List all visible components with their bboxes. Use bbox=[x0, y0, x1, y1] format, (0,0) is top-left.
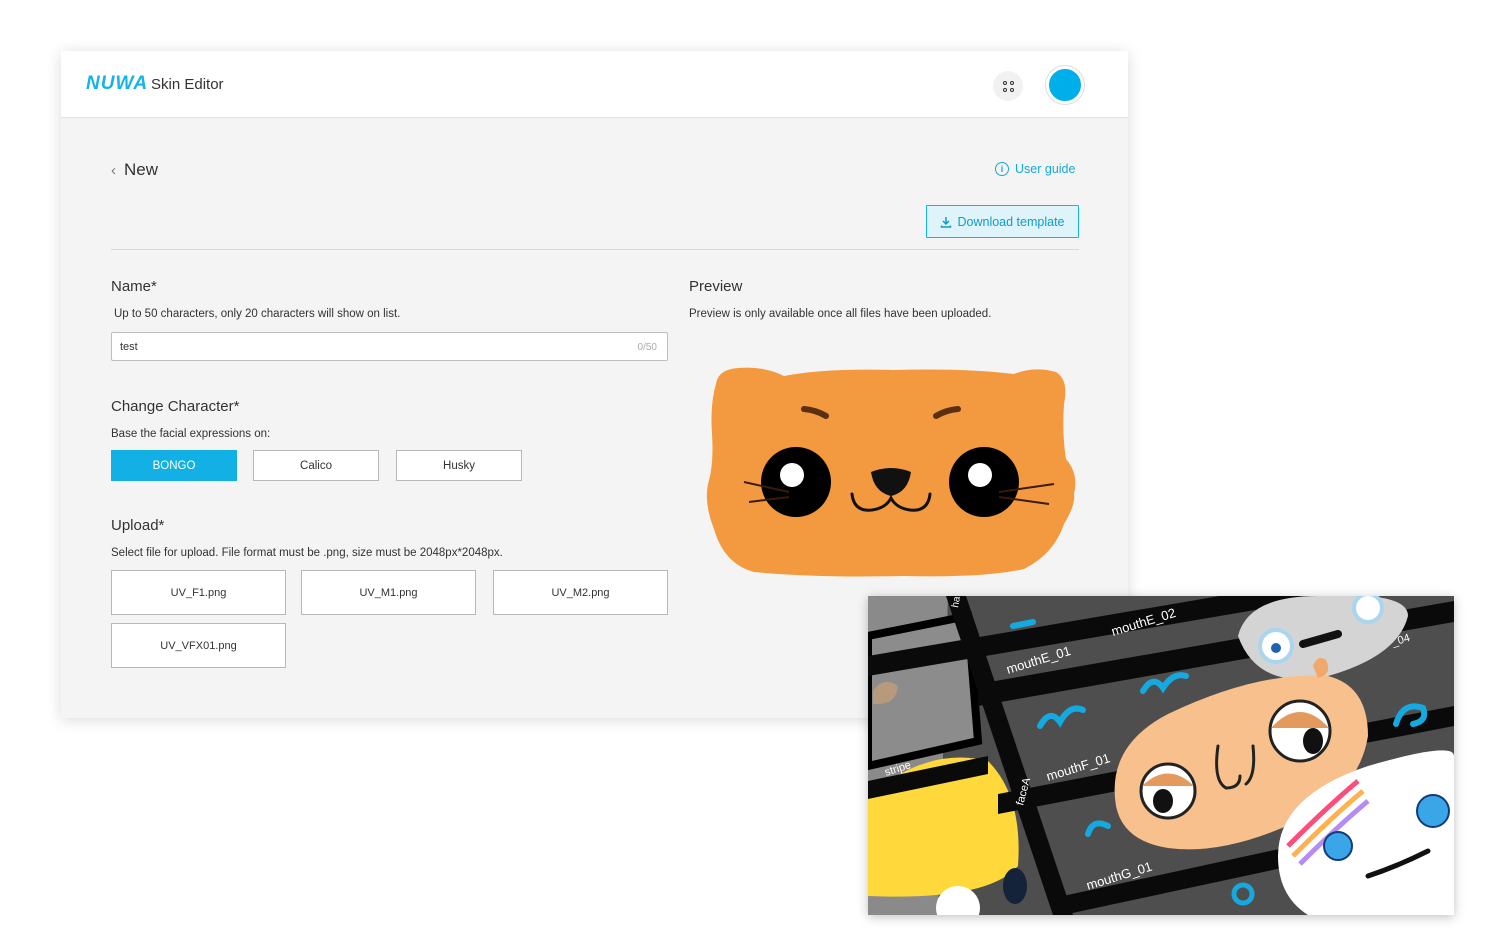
change-character-help: Base the facial expressions on: bbox=[111, 428, 271, 440]
page-title: New bbox=[124, 160, 159, 179]
name-char-counter: 0/50 bbox=[637, 342, 657, 353]
name-label: Name* bbox=[111, 278, 157, 295]
download-template-button[interactable]: Download template bbox=[926, 205, 1079, 238]
user-guide-link[interactable]: i User guide bbox=[995, 162, 1075, 176]
apps-menu-button[interactable] bbox=[993, 71, 1023, 101]
uv-texture-preview: mouthE_01 mouthE_02 mouthF_01 mouthG_01 … bbox=[868, 596, 1454, 915]
uv-texture-art: mouthE_01 mouthE_02 mouthF_01 mouthG_01 … bbox=[868, 596, 1454, 915]
info-icon: i bbox=[995, 162, 1009, 176]
preview-label: Preview bbox=[689, 278, 743, 295]
nuwa-logo[interactable]: NUWA bbox=[86, 73, 148, 95]
character-option-calico[interactable]: Calico bbox=[253, 450, 379, 481]
top-bar: NUWA Skin Editor bbox=[61, 51, 1128, 118]
uv-label-ha: ha bbox=[950, 596, 963, 609]
cat-right-eye-shine bbox=[968, 463, 992, 487]
character-option-husky[interactable]: Husky bbox=[396, 450, 522, 481]
app-title: Skin Editor bbox=[151, 76, 224, 93]
download-icon bbox=[941, 216, 952, 228]
upload-slot-uv-f1[interactable]: UV_F1.png bbox=[111, 570, 286, 615]
user-guide-label: User guide bbox=[1015, 162, 1076, 176]
chevron-left-icon: ‹ bbox=[111, 161, 116, 179]
grid-dots-icon bbox=[1002, 80, 1014, 92]
name-help: Up to 50 characters, only 20 characters … bbox=[114, 308, 401, 320]
cat-left-eye-shine bbox=[780, 463, 804, 487]
name-input[interactable]: test 0/50 bbox=[111, 332, 668, 361]
character-option-bongo[interactable]: BONGO bbox=[111, 450, 237, 481]
user-avatar[interactable] bbox=[1046, 66, 1084, 104]
change-character-label: Change Character* bbox=[111, 398, 240, 415]
cat-face-preview bbox=[706, 367, 1076, 577]
preview-help: Preview is only available once all files… bbox=[689, 308, 992, 320]
upload-slot-uv-m2[interactable]: UV_M2.png bbox=[493, 570, 668, 615]
name-input-value: test bbox=[120, 341, 138, 353]
upload-help: Select file for upload. File format must… bbox=[111, 547, 503, 559]
upload-slot-uv-m1[interactable]: UV_M1.png bbox=[301, 570, 476, 615]
back-link[interactable]: ‹ New bbox=[111, 160, 158, 180]
download-template-label: Download template bbox=[957, 214, 1065, 229]
upload-label: Upload* bbox=[111, 517, 165, 534]
upload-slot-uv-vfx01[interactable]: UV_VFX01.png bbox=[111, 623, 286, 668]
header-divider bbox=[111, 249, 1079, 250]
